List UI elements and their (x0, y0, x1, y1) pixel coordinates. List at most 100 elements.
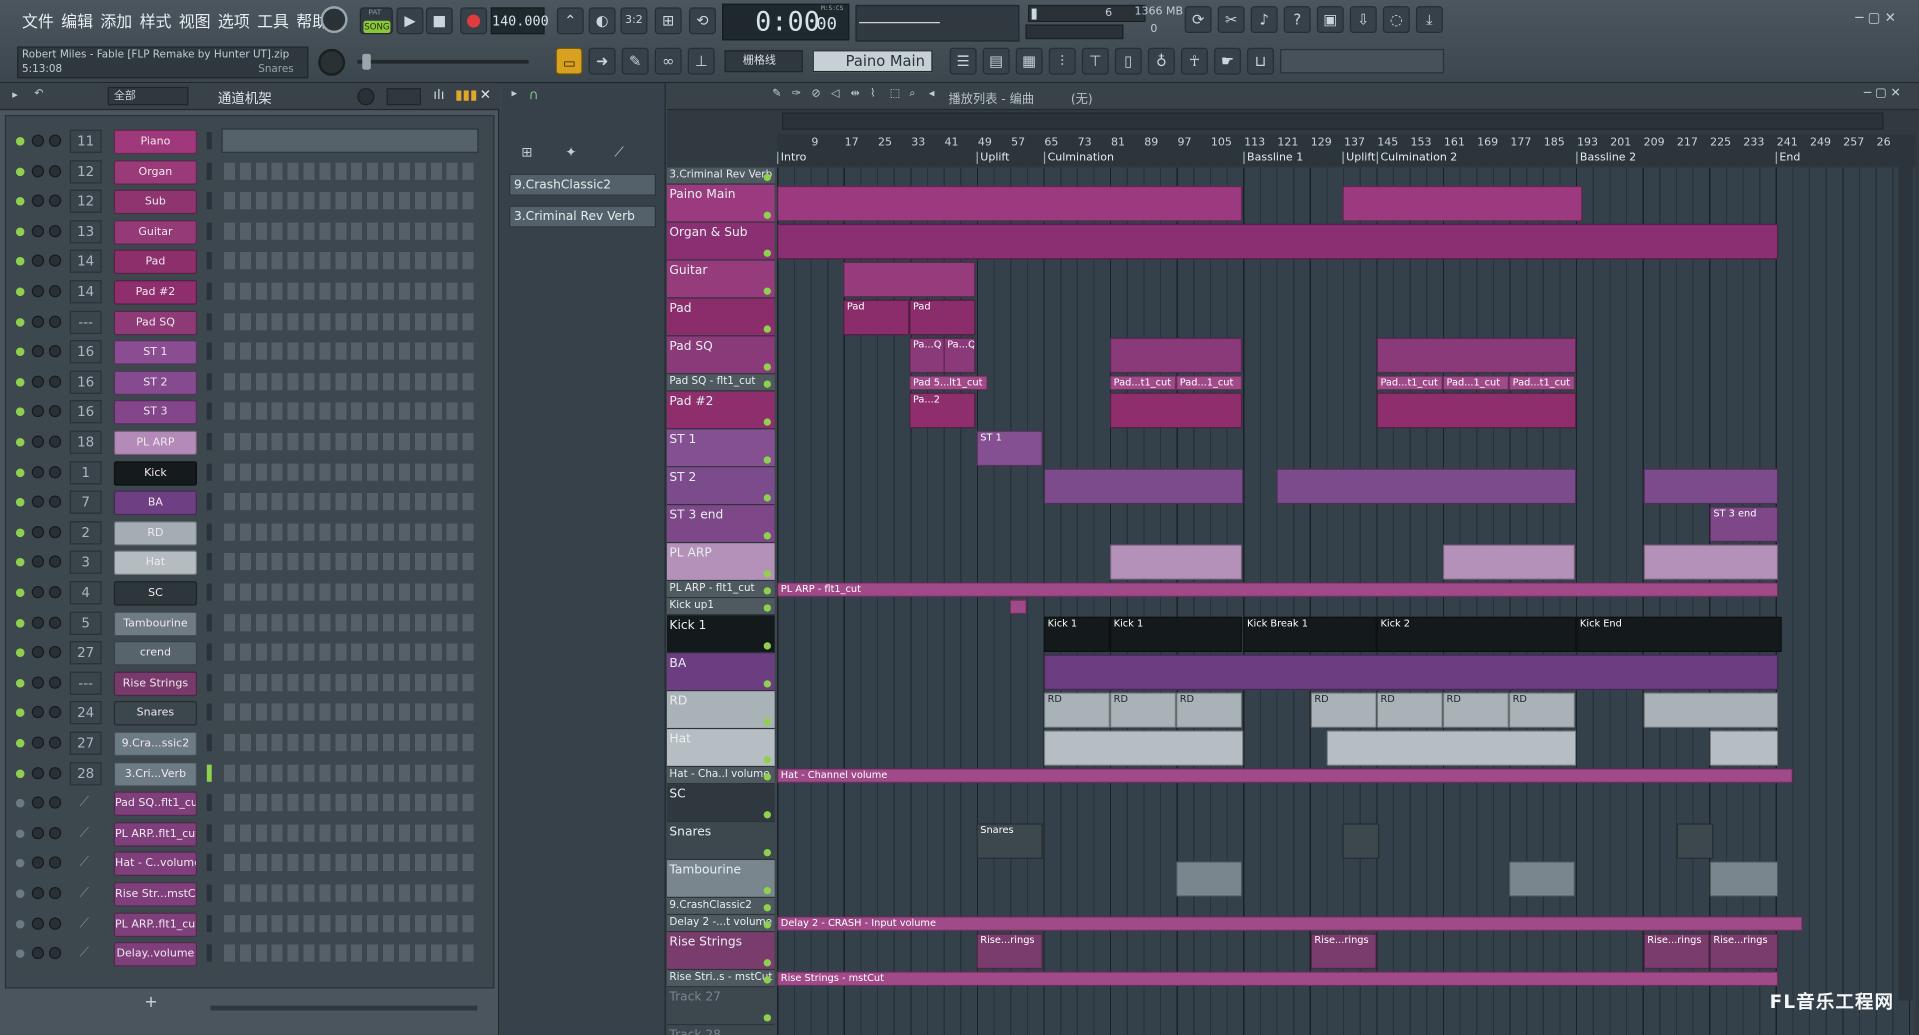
channel-name-button[interactable]: ST 2 (113, 370, 198, 395)
playlist-clip[interactable] (1109, 392, 1243, 429)
cut-tool-button[interactable]: ✂ (1217, 6, 1245, 34)
playlist-clip[interactable]: Rise...rings (1643, 933, 1710, 969)
playlist-clip[interactable]: Pad 5...lt1_cut (909, 375, 988, 391)
mixer-track-number[interactable]: 14 (69, 250, 102, 274)
mixer-track-number[interactable]: 2 (69, 520, 102, 545)
channel-name-button[interactable]: Sub (113, 189, 198, 215)
loop-record-button[interactable]: ⟲ (688, 7, 716, 35)
channel-select-indicator[interactable] (206, 884, 212, 902)
track-mute-led[interactable] (763, 173, 771, 182)
countdown-button[interactable]: 3:2 (620, 7, 648, 35)
channel-mute-led[interactable] (15, 528, 25, 537)
save-button[interactable]: ▣ (1316, 6, 1344, 34)
tool-select-icon[interactable]: ⬚ (890, 88, 900, 100)
channel-mute-led[interactable] (15, 227, 25, 236)
channel-mute-led[interactable] (15, 347, 25, 357)
playlist-clip[interactable]: Pad (843, 299, 910, 336)
channel-pan-knob[interactable] (31, 947, 45, 960)
mixer-track-number[interactable]: 12 (69, 189, 102, 214)
shop-button[interactable]: ⊔ (1247, 47, 1274, 75)
channel-volume-knob[interactable] (48, 315, 62, 328)
channel-volume-knob[interactable] (48, 194, 62, 207)
playlist-clip[interactable]: Hat - Channel volume (777, 768, 1793, 783)
playlist-clip[interactable]: RD (1376, 692, 1443, 728)
channel-mute-led[interactable] (15, 769, 25, 778)
channel-pan-knob[interactable] (31, 586, 45, 599)
channel-name-button[interactable]: PL ARP..flt1_cut (113, 821, 198, 847)
playlist-clip[interactable]: Pad...1_cut (1442, 375, 1509, 391)
pat-song-switch[interactable]: PAT SONG (359, 7, 393, 35)
channel-pan-knob[interactable] (31, 164, 45, 177)
channel-volume-knob[interactable] (48, 676, 62, 689)
channel-mute-led[interactable] (15, 407, 25, 417)
step-sequencer[interactable] (223, 703, 479, 722)
channel-select-indicator[interactable] (206, 523, 212, 541)
picker-item[interactable]: 9.CrashClassic2 (509, 173, 656, 196)
step-sequencer[interactable] (223, 342, 479, 360)
channel-mute-led[interactable] (15, 167, 25, 176)
channel-mute-led[interactable] (15, 859, 25, 868)
channel-select-indicator[interactable] (206, 282, 212, 300)
channel-pan-knob[interactable] (31, 194, 45, 207)
channel-mute-led[interactable] (15, 377, 25, 387)
export-button[interactable]: ⇩ (1349, 6, 1377, 34)
plugin-picker-button[interactable]: ▯ (1114, 47, 1142, 75)
track-header[interactable]: ST 3 end (666, 505, 775, 544)
step-sequencer[interactable] (223, 402, 479, 421)
playlist-clip[interactable]: Pad...t1_cut (1508, 375, 1576, 391)
tempo-tapper-button[interactable]: ☥ (1180, 47, 1208, 75)
playlist-clip[interactable]: Rise...rings (976, 933, 1043, 969)
record-button[interactable]: ● (460, 7, 488, 35)
channel-volume-knob[interactable] (48, 435, 62, 448)
channel-volume-knob[interactable] (48, 495, 62, 508)
step-sequencer[interactable] (223, 312, 479, 330)
channel-name-button[interactable]: Rise Str...mstCut (113, 882, 198, 907)
track-header[interactable]: Hat - Cha..l volume (666, 767, 775, 785)
track-header[interactable]: Organ & Sub (666, 222, 775, 261)
track-header[interactable]: Rise Strings (666, 932, 775, 971)
track-header[interactable]: Rise Stri..s - mstCut (666, 970, 775, 988)
mixer-track-number[interactable]: 16 (69, 400, 102, 424)
mixer-track-number[interactable]: --- (69, 671, 102, 695)
playlist-clip[interactable] (1176, 861, 1243, 897)
track-mute-led[interactable] (763, 849, 771, 857)
menu-view[interactable]: 视图 (179, 9, 211, 31)
blend-notes-button[interactable]: ⊞ (654, 7, 682, 35)
channel-select-indicator[interactable] (206, 402, 212, 421)
step-sequencer[interactable] (223, 734, 479, 752)
playlist-clip[interactable] (1442, 544, 1576, 580)
channel-select-indicator[interactable] (206, 433, 212, 451)
playlist-clip[interactable]: RD (1043, 692, 1110, 728)
step-sequencer[interactable] (223, 372, 479, 391)
channel-pan-knob[interactable] (31, 285, 45, 298)
song-position-display[interactable]: 0:00 00 M:S:CS (722, 3, 850, 41)
track-mute-led[interactable] (763, 456, 771, 464)
steps-view-icon[interactable]: ▮▮▮ (455, 87, 477, 103)
mixer-track-number[interactable]: 14 (69, 280, 102, 304)
track-mute-led[interactable] (763, 1014, 771, 1022)
playlist-clip[interactable] (1676, 823, 1714, 859)
channel-row[interactable]: 13 Guitar (6, 216, 496, 246)
channel-mute-led[interactable] (15, 889, 25, 898)
playlist-clip[interactable]: ST 1 (976, 430, 1043, 467)
channel-select-indicator[interactable] (206, 583, 212, 601)
channel-name-button[interactable]: Tambourine (113, 611, 198, 636)
channel-row[interactable]: 11 Piano (6, 126, 496, 156)
stamp-button[interactable]: ⊥ (687, 47, 715, 75)
master-volume-knob[interactable] (320, 6, 348, 34)
step-sequencer[interactable] (223, 282, 479, 300)
channel-volume-knob[interactable] (48, 254, 62, 268)
playlist-clip[interactable] (1043, 654, 1779, 690)
channel-mute-led[interactable] (15, 799, 25, 808)
playlist-clip[interactable] (1376, 392, 1577, 429)
channel-row[interactable]: --- Rise Strings (6, 668, 496, 698)
rack-scrollbar[interactable] (210, 1005, 478, 1011)
timeline-ruler[interactable]: 9 17 25 33 41 49 57 65 73 81 89 97 105 113 121 129 137 14… (777, 134, 1916, 167)
menu-file[interactable]: 文件 (22, 9, 54, 31)
mixer-track-number[interactable]: 3 (69, 551, 102, 575)
channel-pan-knob[interactable] (31, 224, 45, 238)
track-header[interactable]: PL ARP (666, 543, 775, 582)
channel-row[interactable]: 18 PL ARP (6, 427, 496, 457)
channel-volume-knob[interactable] (48, 224, 62, 238)
play-button[interactable]: ▶ (396, 7, 424, 35)
